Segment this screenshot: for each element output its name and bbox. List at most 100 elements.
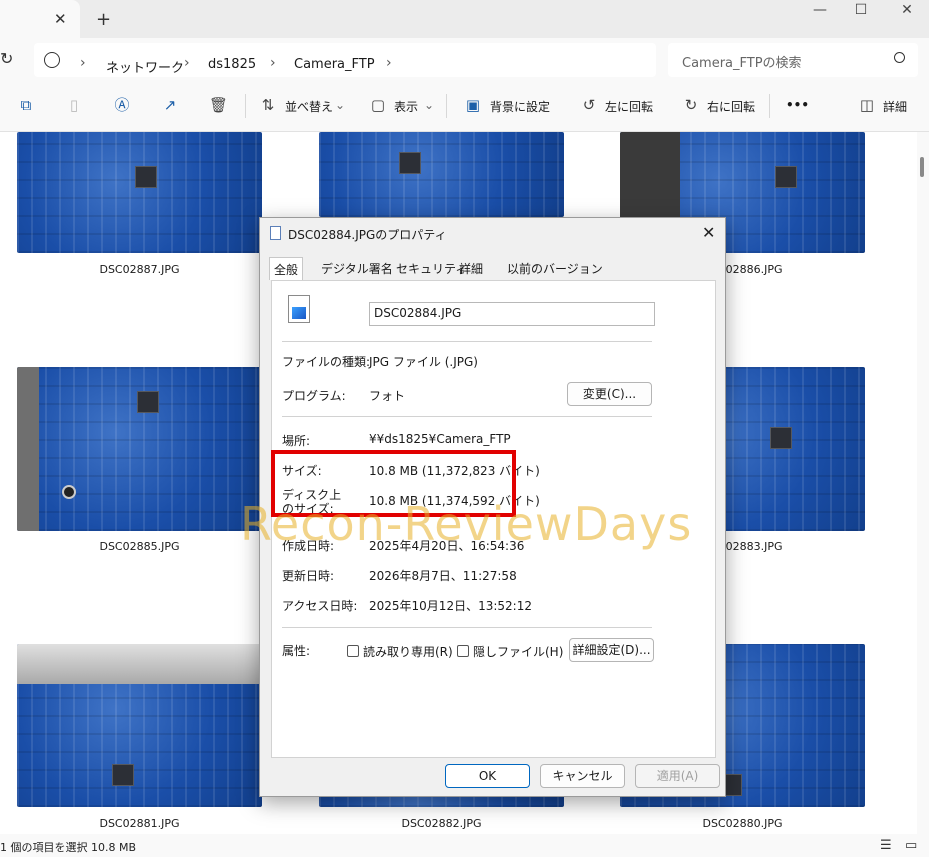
sort-button[interactable]: 並べ替え <box>285 98 333 115</box>
image-thumbnail[interactable] <box>17 132 262 253</box>
program-value: フォト <box>369 389 406 403</box>
attributes-label: 属性: <box>282 644 311 658</box>
toolbar-divider <box>769 94 770 118</box>
tab-details[interactable]: 詳細 <box>459 260 483 280</box>
set-background-icon[interactable]: ▣ <box>464 96 482 114</box>
rotate-left-button[interactable]: 左に回転 <box>605 98 653 115</box>
file-name[interactable]: DSC02885.JPG <box>17 540 262 553</box>
toolbar-divider <box>245 94 246 118</box>
tab-security[interactable]: セキュリティ <box>396 260 467 280</box>
details-pane-icon[interactable]: ◫ <box>858 96 876 114</box>
jpg-file-icon <box>288 295 310 323</box>
tab-previous-versions[interactable]: 以前のバージョン <box>507 260 603 280</box>
image-thumbnail[interactable] <box>17 367 262 531</box>
file-name[interactable]: DSC02887.JPG <box>17 263 262 276</box>
refresh-icon[interactable]: ↻ <box>0 49 13 68</box>
details-button[interactable]: 詳細 <box>883 98 907 115</box>
image-thumbnail[interactable] <box>319 132 564 217</box>
readonly-checkbox[interactable] <box>347 645 359 657</box>
hidden-label[interactable]: 隠しファイル(H) <box>473 643 563 660</box>
breadcrumb-ds1825[interactable]: ds1825 <box>208 57 256 72</box>
set-background-button[interactable]: 背景に設定 <box>490 98 550 115</box>
modified-value: 2026年8月7日、11:27:58 <box>369 569 517 583</box>
vertical-scrollbar[interactable] <box>917 132 929 834</box>
chevron-right-icon[interactable]: › <box>386 55 392 71</box>
separator <box>282 341 652 342</box>
chip-graphic <box>137 391 159 413</box>
file-name[interactable]: DSC02882.JPG <box>319 817 564 830</box>
scrollbar-thumb[interactable] <box>920 157 924 177</box>
readonly-label[interactable]: 読み取り専用(R) <box>363 643 453 660</box>
watermark: Recon-ReviewDays <box>240 497 693 551</box>
accessed-value: 2025年10月12日、13:52:12 <box>369 599 532 613</box>
view-icon[interactable]: ▢ <box>369 96 387 114</box>
view-button[interactable]: 表示 <box>394 98 418 115</box>
title-bar: ✕ + — ☐ ✕ <box>0 0 929 38</box>
advanced-button[interactable]: 詳細設定(D)... <box>569 638 654 662</box>
sort-icon[interactable]: ⇅ <box>259 96 277 114</box>
ok-button[interactable]: OK <box>445 764 530 788</box>
filename-field[interactable]: DSC02884.JPG <box>369 302 655 326</box>
file-type-label: ファイルの種類: <box>282 355 371 369</box>
separator <box>282 627 652 628</box>
toolbar-divider <box>446 94 447 118</box>
rename-icon[interactable]: Ⓐ <box>113 96 131 114</box>
chevron-right-icon: › <box>184 55 190 71</box>
image-thumbnail[interactable] <box>17 644 262 807</box>
address-row: ↻ › ネットワーク › ds1825 › Camera_FTP › Camer… <box>0 38 929 82</box>
close-window-button[interactable]: ✕ <box>887 2 927 22</box>
new-tab-button[interactable]: + <box>96 9 111 30</box>
network-globe-icon <box>44 52 60 68</box>
chevron-down-icon[interactable]: ⌄ <box>335 98 345 112</box>
large-icons-view-icon[interactable]: ▭ <box>905 838 917 853</box>
apply-button[interactable]: 適用(A) <box>635 764 720 788</box>
rotate-right-icon[interactable]: ↻ <box>682 96 700 114</box>
paste-icon[interactable]: ▯ <box>65 96 83 114</box>
cancel-button[interactable]: キャンセル <box>540 764 625 788</box>
image-icon <box>292 307 306 319</box>
rotate-right-button[interactable]: 右に回転 <box>707 98 755 115</box>
close-tab-icon[interactable]: ✕ <box>54 10 67 28</box>
dialog-title: DSC02884.JPGのプロパティ <box>288 228 447 242</box>
enclosure-edge <box>17 644 262 684</box>
change-program-button[interactable]: 変更(C)... <box>567 382 652 406</box>
tab-digital-signature[interactable]: デジタル署名 <box>321 260 393 280</box>
chip-graphic <box>135 166 157 188</box>
file-type-value: JPG ファイル (.JPG) <box>369 355 478 369</box>
minimize-button[interactable]: — <box>800 2 840 22</box>
explorer-tab[interactable]: ✕ <box>0 0 80 38</box>
search-icon[interactable] <box>894 52 905 63</box>
copy-icon[interactable]: ⧉ <box>17 96 35 114</box>
file-name[interactable]: DSC02881.JPG <box>17 817 262 830</box>
breadcrumb-camera-ftp[interactable]: Camera_FTP <box>294 57 375 72</box>
modified-label: 更新日時: <box>282 569 335 583</box>
file-name[interactable]: DSC02880.JPG <box>620 817 865 830</box>
address-bar[interactable]: › ネットワーク › ds1825 › Camera_FTP › <box>34 43 656 77</box>
chevron-right-icon: › <box>80 55 86 71</box>
location-label: 場所: <box>282 434 311 448</box>
jpg-file-icon <box>270 226 281 240</box>
more-options-button[interactable]: ••• <box>786 98 809 112</box>
chip-graphic <box>770 427 792 449</box>
search-box[interactable]: Camera_FTPの検索 <box>668 43 918 77</box>
chip-graphic <box>399 152 421 174</box>
details-view-icon[interactable]: ☰ <box>880 838 892 853</box>
share-icon[interactable]: ↗ <box>161 96 179 114</box>
separator <box>282 416 652 417</box>
chevron-down-icon[interactable]: ⌄ <box>424 98 434 112</box>
maximize-button[interactable]: ☐ <box>841 2 881 22</box>
program-label: プログラム: <box>282 389 346 403</box>
tab-general[interactable]: 全般 <box>269 257 304 280</box>
rotate-left-icon[interactable]: ↺ <box>580 96 598 114</box>
screw-graphic <box>62 485 76 499</box>
status-bar: 1 個の項目を選択 10.8 MB ☰ ▭ <box>0 834 929 857</box>
delete-icon[interactable]: 🗑 <box>209 96 228 114</box>
location-value: ¥¥ds1825¥Camera_FTP <box>369 432 511 446</box>
breadcrumb-network[interactable]: ネットワーク <box>106 57 184 76</box>
chevron-right-icon: › <box>270 55 276 71</box>
enclosure-edge <box>17 367 39 531</box>
accessed-label: アクセス日時: <box>282 599 358 613</box>
close-dialog-button[interactable]: ✕ <box>702 223 715 242</box>
hidden-checkbox[interactable] <box>457 645 469 657</box>
search-input[interactable]: Camera_FTPの検索 <box>682 52 802 71</box>
